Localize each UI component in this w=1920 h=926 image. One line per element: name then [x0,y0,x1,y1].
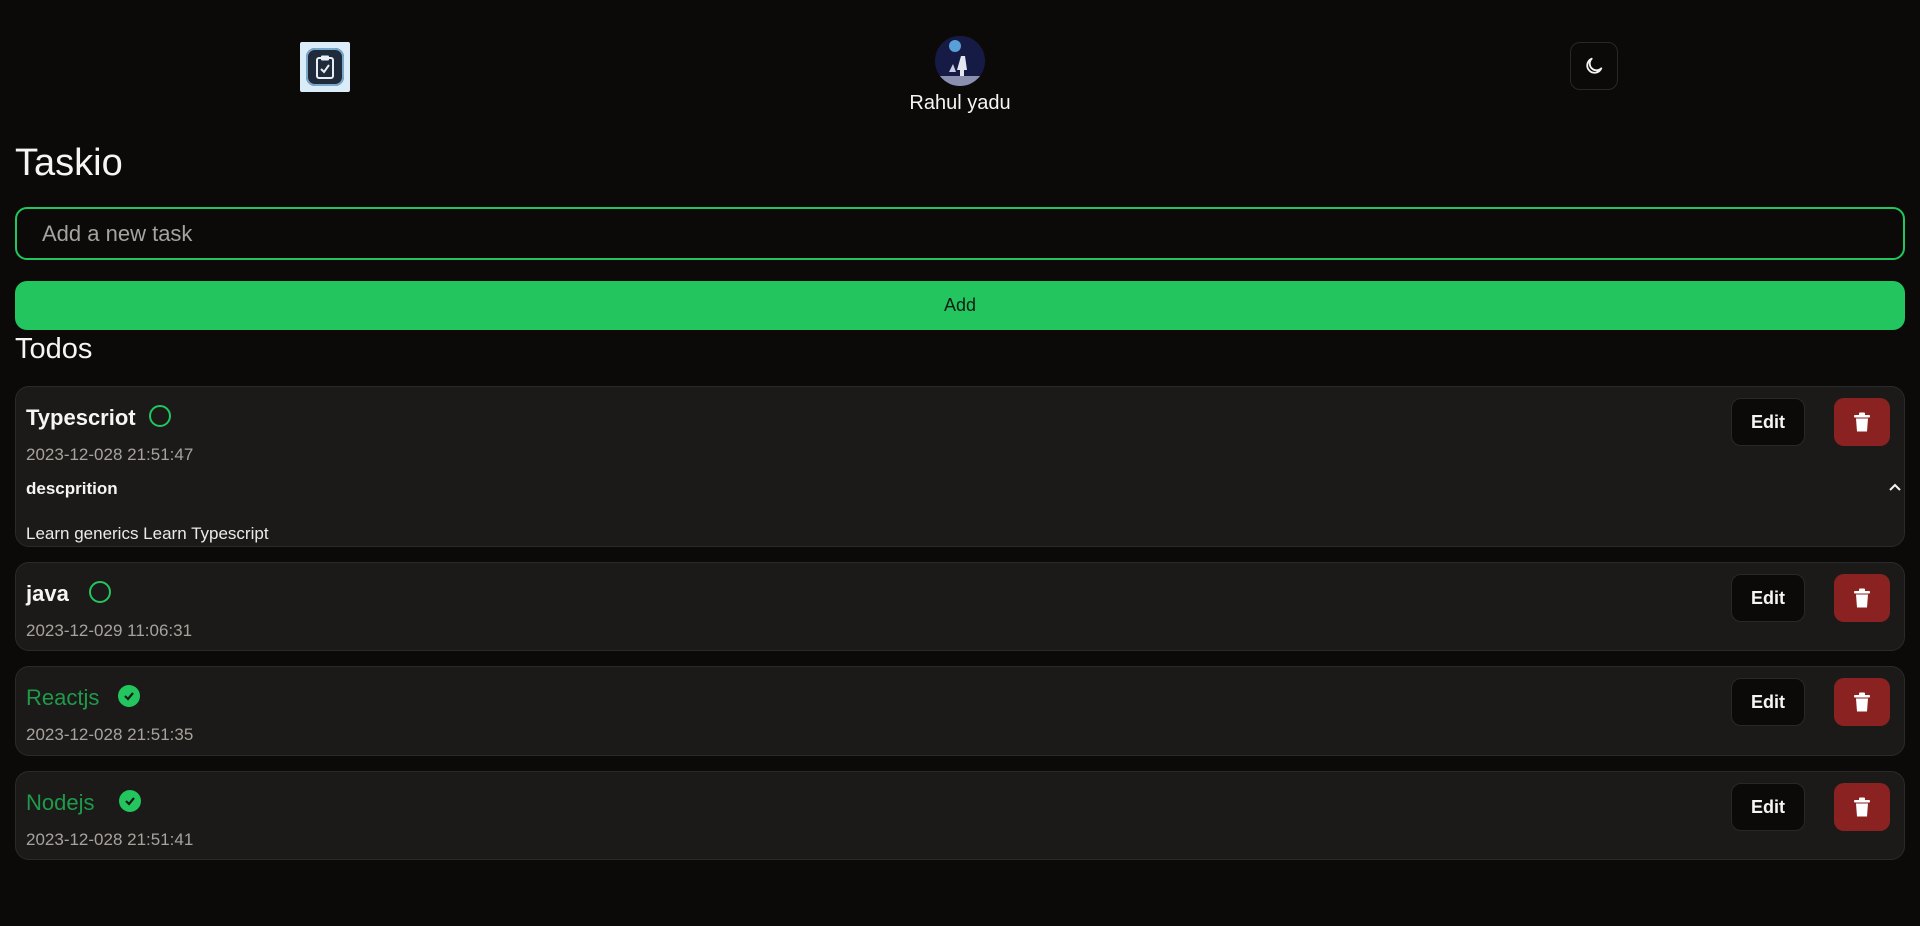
description-label: descprition [26,479,118,498]
top-header: Rahul yadu [0,0,1920,120]
todo-item[interactable]: Typescriot 2023-12-028 21:51:47 Edit des… [15,386,1905,547]
avatar[interactable] [935,36,985,86]
edit-button[interactable]: Edit [1731,398,1805,446]
app-logo[interactable] [300,42,350,92]
page-title: Taskio [15,142,123,184]
todo-title: java [26,581,69,606]
delete-button[interactable] [1834,783,1890,831]
status-circle-icon[interactable] [89,581,111,603]
user-name: Rahul yadu [909,92,1011,114]
description-text: Learn generics Learn Typescript [26,524,269,543]
theme-toggle-button[interactable] [1570,42,1618,90]
trash-icon [1854,692,1870,712]
new-task-input[interactable] [15,207,1905,260]
delete-button[interactable] [1834,398,1890,446]
todo-title: Typescriot [26,405,136,430]
check-circle-icon[interactable] [118,685,140,707]
edit-button[interactable]: Edit [1731,678,1805,726]
todo-title: Reactjs [26,685,100,710]
todo-title: Nodejs [26,790,95,815]
clipboard-check-icon [306,48,344,86]
todo-item[interactable]: Reactjs 2023-12-028 21:51:35 Edit [15,666,1905,756]
todo-date: 2023-12-029 11:06:31 [26,621,193,640]
check-circle-icon[interactable] [119,790,141,812]
moon-icon [1586,57,1603,74]
edit-button[interactable]: Edit [1731,783,1805,831]
todo-date: 2023-12-028 21:51:41 [26,830,194,849]
delete-button[interactable] [1834,574,1890,622]
edit-button[interactable]: Edit [1731,574,1805,622]
trash-icon [1854,797,1870,817]
add-task-button[interactable]: Add [15,281,1905,330]
todo-item[interactable]: java 2023-12-029 11:06:31 Edit [15,562,1905,651]
todos-heading: Todos [15,333,93,365]
todo-date: 2023-12-028 21:51:35 [26,725,194,744]
todo-date: 2023-12-028 21:51:47 [26,445,194,464]
trash-icon [1854,588,1870,608]
chevron-up-icon[interactable] [1887,479,1903,495]
todo-item[interactable]: Nodejs 2023-12-028 21:51:41 Edit [15,771,1905,860]
user-profile[interactable]: Rahul yadu [880,36,1040,115]
delete-button[interactable] [1834,678,1890,726]
trash-icon [1854,412,1870,432]
status-circle-icon[interactable] [149,405,171,427]
